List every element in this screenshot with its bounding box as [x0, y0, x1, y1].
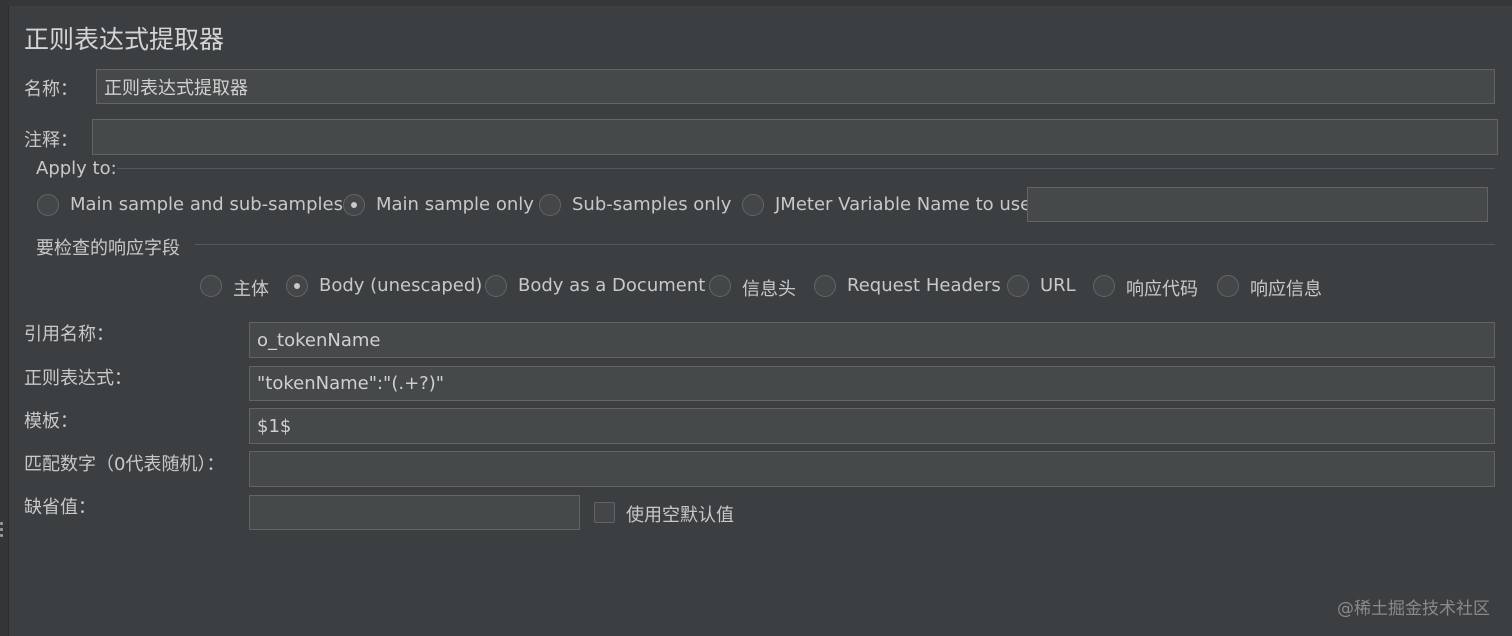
radio-jmeter-variable[interactable] — [742, 194, 764, 216]
radio-body-as-document[interactable] — [485, 275, 507, 297]
radio-sub-only-label[interactable]: Sub-samples only — [572, 194, 731, 215]
comment-field[interactable] — [92, 119, 1498, 155]
template-field[interactable] — [249, 408, 1495, 444]
ref-name-label: 引用名称： — [24, 324, 114, 345]
left-panel-edge[interactable] — [0, 0, 9, 636]
radio-request-headers-label[interactable]: Request Headers — [847, 275, 1001, 296]
radio-url-label[interactable]: URL — [1040, 275, 1076, 296]
default-value-field[interactable] — [249, 495, 580, 530]
radio-url[interactable] — [1007, 275, 1029, 297]
field-to-check-label: 要检查的响应字段 — [36, 238, 180, 259]
field-to-check-separator — [195, 244, 1495, 245]
radio-headers[interactable] — [709, 275, 731, 297]
radio-response-message[interactable] — [1217, 275, 1239, 297]
jmeter-variable-field[interactable] — [1027, 187, 1488, 222]
radio-request-headers[interactable] — [814, 275, 836, 297]
name-field[interactable] — [96, 69, 1495, 104]
radio-response-code[interactable] — [1093, 275, 1115, 297]
name-label: 名称： — [24, 79, 78, 100]
radio-response-message-label[interactable]: 响应信息 — [1250, 275, 1322, 301]
radio-body-as-document-label[interactable]: Body as a Document — [518, 275, 705, 296]
apply-to-separator — [117, 168, 1495, 169]
radio-body-unescaped[interactable] — [286, 275, 308, 297]
match-no-field[interactable] — [249, 451, 1495, 487]
default-value-label: 缺省值： — [24, 497, 96, 518]
radio-headers-label[interactable]: 信息头 — [742, 275, 796, 301]
ref-name-field[interactable] — [249, 322, 1495, 358]
match-no-label: 匹配数字（0代表随机）： — [24, 454, 225, 475]
regex-label: 正则表达式： — [24, 368, 132, 389]
radio-sub-only[interactable] — [539, 194, 561, 216]
radio-jmeter-variable-label[interactable]: JMeter Variable Name to use — [775, 194, 1031, 215]
use-empty-default-checkbox[interactable] — [594, 502, 615, 523]
regex-field[interactable] — [249, 366, 1495, 401]
comment-label: 注释： — [24, 130, 78, 151]
radio-body[interactable] — [200, 275, 222, 297]
drag-grip-icon[interactable] — [0, 522, 4, 537]
radio-body-label[interactable]: 主体 — [233, 275, 269, 301]
radio-body-unescaped-label[interactable]: Body (unescaped) — [319, 275, 482, 296]
watermark: @稀土掘金技术社区 — [1337, 599, 1490, 619]
panel-title: 正则表达式提取器 — [24, 25, 225, 54]
radio-response-code-label[interactable]: 响应代码 — [1126, 275, 1198, 301]
radio-main-and-sub[interactable] — [37, 194, 59, 216]
top-divider — [8, 0, 1512, 6]
apply-to-label: Apply to: — [36, 158, 117, 179]
radio-main-only-label[interactable]: Main sample only — [376, 194, 534, 215]
template-label: 模板： — [24, 411, 78, 432]
radio-main-only[interactable] — [343, 194, 365, 216]
use-empty-default-label[interactable]: 使用空默认值 — [626, 501, 734, 527]
radio-main-and-sub-label[interactable]: Main sample and sub-samples — [70, 194, 343, 215]
